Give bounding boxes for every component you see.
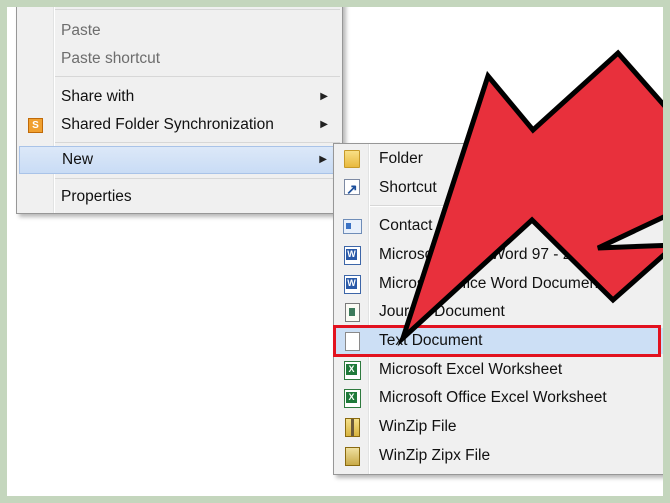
annotation-arrow-shape — [397, 49, 670, 347]
annotation-arrow-icon — [397, 49, 670, 347]
